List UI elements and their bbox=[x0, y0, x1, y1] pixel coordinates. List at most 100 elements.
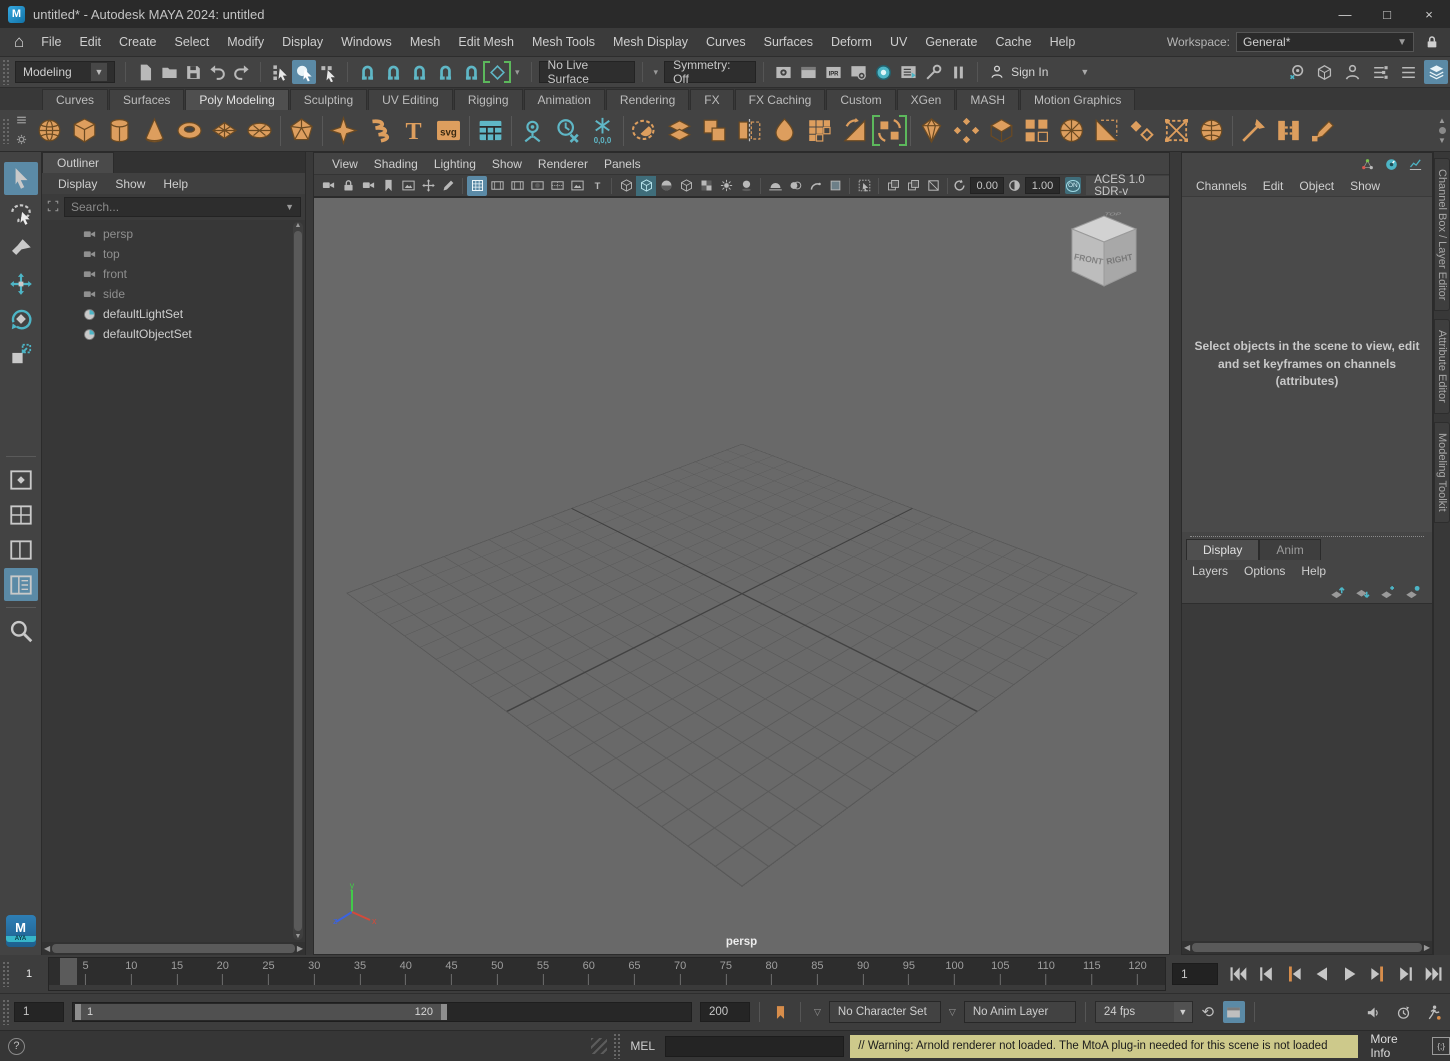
ipr-render-icon[interactable] bbox=[821, 60, 845, 84]
mute-audio-icon[interactable] bbox=[1362, 1001, 1384, 1023]
color-space-select[interactable]: ACES 1.0 SDR-v bbox=[1086, 176, 1169, 195]
divider[interactable] bbox=[763, 62, 764, 82]
warning-message[interactable]: // Warning: Arnold renderer not loaded. … bbox=[850, 1035, 1358, 1058]
fps-select[interactable]: 24 fps ▼ bbox=[1095, 1001, 1193, 1023]
outliner-menu-display[interactable]: Display bbox=[50, 177, 105, 191]
outliner-vertical-scrollbar[interactable]: ▲▼ bbox=[293, 222, 303, 940]
menu-file[interactable]: File bbox=[32, 28, 70, 57]
view-transform-toggle[interactable]: ON bbox=[1065, 177, 1082, 194]
workspace-lock-icon[interactable] bbox=[1420, 30, 1444, 54]
bridge-icon[interactable] bbox=[1271, 113, 1306, 148]
shelf-tab-curves[interactable]: Curves bbox=[42, 89, 108, 110]
poly-cylinder-icon[interactable] bbox=[102, 113, 137, 148]
paint-select-tool[interactable] bbox=[4, 232, 38, 265]
sep[interactable] bbox=[319, 113, 326, 148]
edit-edge-flow-icon[interactable] bbox=[1306, 113, 1341, 148]
expand-icon[interactable] bbox=[46, 199, 60, 216]
poly-type-icon[interactable] bbox=[396, 113, 431, 148]
cb-menu-show[interactable]: Show bbox=[1342, 179, 1388, 193]
make-live-icon[interactable] bbox=[485, 60, 509, 84]
shelf-tab-xgen[interactable]: XGen bbox=[897, 89, 956, 110]
step-back-frame-button[interactable] bbox=[1254, 962, 1278, 986]
step-back-key-button[interactable] bbox=[1282, 962, 1306, 986]
gamma-field[interactable]: 1.00 bbox=[1025, 177, 1059, 194]
lights-icon[interactable] bbox=[716, 176, 736, 196]
fog-icon[interactable] bbox=[805, 176, 825, 196]
divider[interactable] bbox=[125, 62, 126, 82]
chevron-down-icon[interactable]: ▽ bbox=[810, 1007, 825, 1018]
move-layer-down-icon[interactable] bbox=[1354, 583, 1372, 601]
range-slider-handle[interactable]: 1 120 bbox=[75, 1004, 447, 1020]
drag-grip[interactable] bbox=[2, 961, 10, 987]
mel-command-input[interactable] bbox=[665, 1036, 844, 1057]
loop-playback-icon[interactable]: ⟲ bbox=[1197, 1001, 1219, 1023]
magnifier-icon[interactable] bbox=[4, 614, 38, 647]
wireframe-icon[interactable] bbox=[616, 176, 636, 196]
occlusion-icon[interactable] bbox=[765, 176, 785, 196]
channel-manip-icon[interactable] bbox=[1406, 155, 1424, 173]
mirror-cut-icon[interactable] bbox=[872, 113, 907, 148]
select-object-icon[interactable] bbox=[292, 60, 316, 84]
select-camera-icon[interactable] bbox=[318, 176, 338, 196]
poly-disc-icon[interactable] bbox=[242, 113, 277, 148]
bookmark-icon[interactable] bbox=[378, 176, 398, 196]
pan-zoom-icon[interactable] bbox=[418, 176, 438, 196]
move-layer-up-icon[interactable] bbox=[1329, 583, 1347, 601]
outliner-item-defaultobjectset[interactable]: defaultObjectSet bbox=[42, 324, 305, 344]
character-controls-icon[interactable] bbox=[1340, 60, 1364, 84]
side-tab-channel-box-layer-editor[interactable]: Channel Box / Layer Editor bbox=[1434, 158, 1450, 311]
channel-hyperbolic-icon[interactable] bbox=[1382, 155, 1400, 173]
outliner-persp-layout[interactable] bbox=[4, 568, 38, 601]
poly-cube-icon[interactable] bbox=[67, 113, 102, 148]
menu-help[interactable]: Help bbox=[1041, 28, 1085, 57]
vp-menu-lighting[interactable]: Lighting bbox=[426, 157, 484, 171]
vp-menu-view[interactable]: View bbox=[324, 157, 366, 171]
shelf-tab-motion-graphics[interactable]: Motion Graphics bbox=[1020, 89, 1135, 110]
outliner-item-front[interactable]: front bbox=[42, 264, 305, 284]
checker-icon[interactable] bbox=[696, 176, 716, 196]
snapshot-icon[interactable] bbox=[923, 176, 943, 196]
rotate-tool[interactable] bbox=[4, 302, 38, 335]
shelf-tab-custom[interactable]: Custom bbox=[826, 89, 895, 110]
modeling-toolkit-icon[interactable] bbox=[1312, 60, 1336, 84]
single-pane-layout[interactable] bbox=[4, 463, 38, 496]
shelf-tab-poly-modeling[interactable]: Poly Modeling bbox=[185, 89, 288, 110]
outliner-item-persp[interactable]: persp bbox=[42, 224, 305, 244]
menu-cache[interactable]: Cache bbox=[986, 28, 1040, 57]
outliner-menu-help[interactable]: Help bbox=[155, 177, 196, 191]
boolean-icon[interactable] bbox=[697, 113, 732, 148]
film-gate-icon[interactable] bbox=[487, 176, 507, 196]
snap-to-view-planes-icon[interactable] bbox=[459, 60, 483, 84]
vp-menu-show[interactable]: Show bbox=[484, 157, 530, 171]
camera-attributes-icon[interactable] bbox=[358, 176, 378, 196]
exposure-icon[interactable] bbox=[952, 176, 967, 196]
menu-deform[interactable]: Deform bbox=[822, 28, 881, 57]
empty-layer-icon[interactable] bbox=[1379, 583, 1397, 601]
tool-settings-icon[interactable] bbox=[1396, 60, 1420, 84]
quad-draw-icon[interactable] bbox=[949, 113, 984, 148]
view-cube[interactable]: TOP FRONT RIGHT bbox=[1065, 210, 1143, 302]
pause-viewport-icon[interactable] bbox=[946, 60, 970, 84]
shelf-tab-fx-caching[interactable]: FX Caching bbox=[735, 89, 826, 110]
select-hierarchy-icon[interactable] bbox=[268, 60, 292, 84]
layer-tab-display[interactable]: Display bbox=[1186, 539, 1259, 560]
resize-grip[interactable] bbox=[591, 1038, 607, 1054]
grease-pencil-icon[interactable] bbox=[438, 176, 458, 196]
shelf-scroll-down-icon[interactable]: ▼ bbox=[1438, 136, 1446, 145]
shelf-tab-mash[interactable]: MASH bbox=[956, 89, 1019, 110]
undo-icon[interactable] bbox=[205, 60, 229, 84]
attribute-editor-icon[interactable] bbox=[1368, 60, 1392, 84]
motion-blur-icon[interactable] bbox=[785, 176, 805, 196]
bevel-icon[interactable] bbox=[1019, 113, 1054, 148]
divider[interactable] bbox=[642, 62, 643, 82]
menu-uv[interactable]: UV bbox=[881, 28, 916, 57]
menu-surfaces[interactable]: Surfaces bbox=[755, 28, 822, 57]
chevron-down-icon[interactable]: ▽ bbox=[945, 1007, 960, 1018]
menu-edit-mesh[interactable]: Edit Mesh bbox=[449, 28, 523, 57]
shelf-gear-icon[interactable] bbox=[15, 133, 28, 149]
drag-grip[interactable] bbox=[2, 59, 10, 85]
panel-splitter[interactable] bbox=[1170, 152, 1181, 955]
fill-hole-icon[interactable] bbox=[802, 113, 837, 148]
go-to-start-button[interactable] bbox=[1226, 962, 1250, 986]
gamma-icon[interactable] bbox=[1007, 176, 1022, 196]
